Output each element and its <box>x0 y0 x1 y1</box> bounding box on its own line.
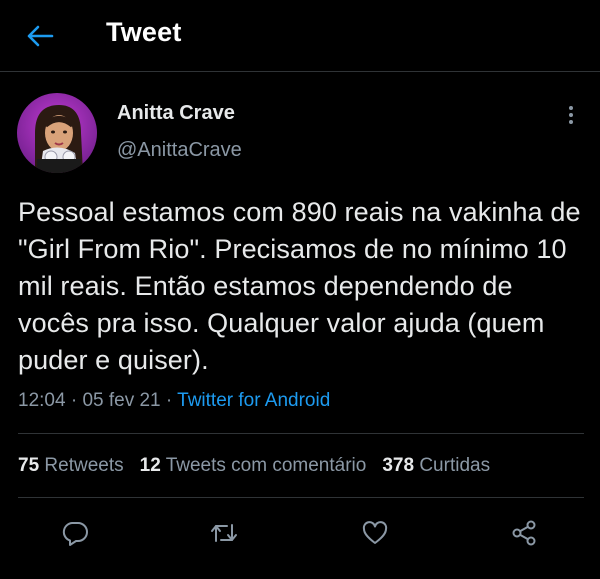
tweet-meta: 12:04 · 05 fev 21 · Twitter for Android <box>18 390 330 412</box>
more-vertical-icon <box>569 106 573 124</box>
tweet-text: Pessoal estamos com 890 reais na vakinha… <box>18 197 581 375</box>
like-button[interactable] <box>357 515 393 551</box>
tweet-date: 05 fev 21 <box>82 390 161 411</box>
avatar-image <box>17 93 97 173</box>
like-icon <box>362 521 388 544</box>
tweet-stats: 75 Retweets 12 Tweets com comentário 378 C… <box>18 455 506 477</box>
top-bar: Tweet <box>0 0 600 72</box>
likes-label: Curtidas <box>419 455 491 476</box>
retweet-icon <box>211 524 237 542</box>
retweets-label: Retweets <box>44 455 124 476</box>
tweet-source-link[interactable]: Twitter for Android <box>177 390 330 411</box>
retweets-stat[interactable]: 75 Retweets <box>18 455 124 477</box>
page-title: Tweet <box>106 17 182 47</box>
tweet-detail-screen: Tweet Anitta Crave @AnittaCrave Pessoal … <box>0 0 600 579</box>
meta-separator: · <box>65 390 83 411</box>
likes-count: 378 <box>382 455 415 476</box>
likes-stat[interactable]: 378 Curtidas <box>382 455 490 477</box>
quote-tweets-label: Tweets com comentário <box>165 455 367 476</box>
author-name[interactable]: Anitta Crave <box>117 102 235 125</box>
divider <box>18 433 584 434</box>
avatar[interactable] <box>17 93 97 173</box>
reply-button[interactable] <box>57 515 93 551</box>
quote-tweets-stat[interactable]: 12 Tweets com comentário <box>140 455 367 477</box>
retweet-button[interactable] <box>206 515 242 551</box>
share-button[interactable] <box>506 515 542 551</box>
quote-tweets-count: 12 <box>139 455 161 476</box>
tweet-time: 12:04 <box>18 390 66 411</box>
divider <box>18 497 584 498</box>
retweets-count: 75 <box>18 455 40 476</box>
author-handle[interactable]: @AnittaCrave <box>117 139 242 162</box>
back-button[interactable] <box>22 18 58 54</box>
meta-separator: · <box>160 390 178 411</box>
share-icon <box>512 520 536 546</box>
arrow-left-icon <box>27 25 54 47</box>
reply-icon <box>62 522 88 546</box>
more-options-button[interactable] <box>560 102 582 128</box>
